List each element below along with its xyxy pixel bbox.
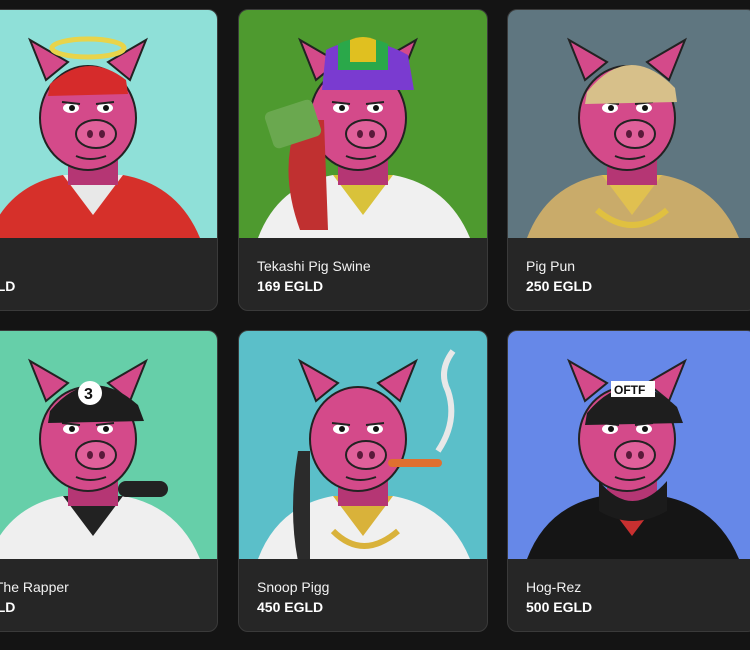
nft-name: Hog-Rez <box>526 579 582 595</box>
nft-price: 500 EGLD <box>526 599 593 615</box>
nft-image[interactable] <box>0 10 217 238</box>
nft-image[interactable]: OFTF <box>508 331 750 559</box>
pig-snout-icon <box>75 119 117 149</box>
nft-image[interactable] <box>239 331 487 559</box>
nft-image[interactable] <box>508 10 750 238</box>
blunt-icon <box>388 459 442 467</box>
pig-snout-icon <box>614 119 656 149</box>
nft-price: 169 EGLD <box>257 278 324 294</box>
nft-card[interactable]: 3 amce The Rapper 33 EGLD <box>0 330 218 632</box>
nft-image[interactable]: 3 <box>0 331 217 559</box>
nft-name: amce The Rapper <box>0 579 69 595</box>
nft-card[interactable]: OFTF Hog-Rez 500 EGLD <box>507 330 750 632</box>
pig-snout-icon <box>75 440 117 470</box>
nft-price: 00 EGLD <box>0 278 16 294</box>
nft-price: 450 EGLD <box>257 599 324 615</box>
svg-text:3: 3 <box>84 386 93 403</box>
nft-card[interactable]: Snoop Pigg 450 EGLD <box>238 330 488 632</box>
pig-head-icon <box>309 386 407 492</box>
pig-snout-icon <box>345 119 387 149</box>
pig-snout-icon <box>345 440 387 470</box>
svg-text:OFTF: OFTF <box>614 383 645 397</box>
nft-card[interactable]: Tekashi Pig Swine 169 EGLD <box>238 9 488 311</box>
microphone-icon <box>118 481 168 497</box>
nft-name: Tekashi Pig Swine <box>257 258 371 274</box>
nft-name: Pig Pun <box>526 258 576 274</box>
nft-card[interactable]: G L00 EGLD <box>0 9 218 311</box>
pig-snout-icon <box>614 440 656 470</box>
nft-image[interactable] <box>239 10 487 238</box>
nft-name: Snoop Pigg <box>257 579 330 595</box>
nft-price: 33 EGLD <box>0 599 16 615</box>
nft-price: 250 EGLD <box>526 278 593 294</box>
nft-card[interactable]: Pig Pun 250 EGLD <box>507 9 750 311</box>
